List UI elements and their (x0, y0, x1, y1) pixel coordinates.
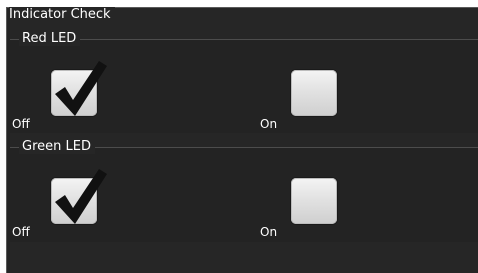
panel-title: Indicator Check (9, 7, 115, 22)
green-led-group-title: Green LED (19, 139, 95, 154)
green-led-on-label: On (260, 225, 278, 239)
red-led-on-label: On (260, 117, 278, 131)
indicator-check-panel: Indicator Check Red LED Off On Green LED… (6, 7, 478, 273)
green-led-off-label: Off (12, 225, 30, 239)
checkmark-icon (55, 61, 107, 116)
red-led-on-checkbox[interactable] (291, 70, 337, 116)
checkmark-icon (55, 169, 107, 224)
red-led-group-title: Red LED (19, 31, 81, 46)
green-led-off-checkbox[interactable] (51, 169, 107, 224)
red-led-group: Red LED Off On (10, 31, 478, 133)
green-led-group: Green LED Off On (10, 139, 478, 242)
green-led-on-checkbox[interactable] (291, 178, 337, 224)
red-led-off-checkbox[interactable] (51, 61, 107, 116)
red-led-off-label: Off (12, 117, 30, 131)
